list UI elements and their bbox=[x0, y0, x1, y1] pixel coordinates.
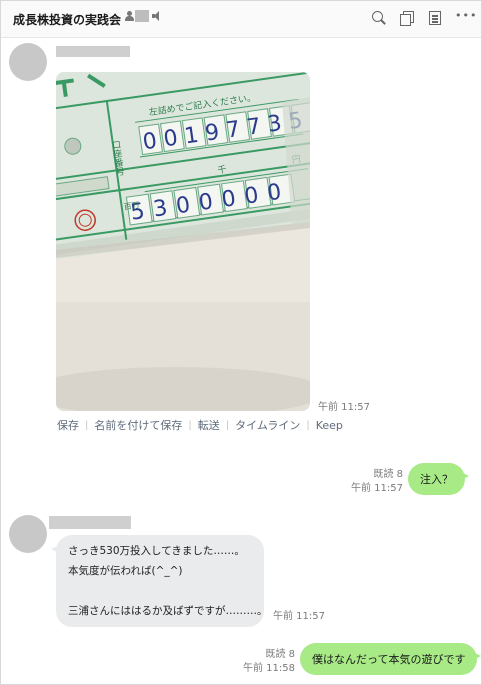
shared-photo[interactable]: 00197735 5300000 左詰めでご記入ください。 口座番号 千 円 百… bbox=[56, 72, 310, 411]
read-receipt: 既読 8 bbox=[265, 649, 295, 660]
chat-header: 成長株投資の実践会 bbox=[1, 1, 481, 38]
save-as-link[interactable]: 名前を付けて保存 bbox=[94, 417, 182, 433]
forward-link[interactable]: 転送 bbox=[198, 417, 220, 433]
incoming-message-bubble[interactable]: さっき530万投入してきました……。 本気度が伝われば(^_^) 三浦さんにはは… bbox=[51, 535, 268, 627]
header-toolbar bbox=[371, 9, 477, 26]
more-icon[interactable] bbox=[455, 9, 477, 26]
deposit-slip-image: 00197735 5300000 左詰めでご記入ください。 口座番号 千 円 百… bbox=[56, 72, 310, 411]
slip-unit-sen: 千 bbox=[217, 164, 227, 176]
sender-name-redacted bbox=[56, 46, 130, 57]
member-count-redacted bbox=[135, 10, 149, 22]
separator: | bbox=[85, 419, 89, 431]
notes-icon[interactable] bbox=[427, 10, 443, 26]
person-icon bbox=[125, 10, 134, 22]
sender-name-redacted bbox=[49, 516, 131, 529]
separator: | bbox=[306, 419, 310, 431]
message-time: 午前 11:57 bbox=[351, 483, 403, 494]
separator: | bbox=[225, 419, 230, 431]
my-message-bubble[interactable]: 注入？ bbox=[408, 463, 469, 495]
search-icon[interactable] bbox=[371, 10, 387, 26]
keep-link[interactable]: Keep bbox=[316, 419, 343, 432]
timeline-link[interactable]: タイムライン bbox=[235, 417, 300, 433]
message-line: 三浦さんにははるか及ばずですが………。 bbox=[68, 605, 268, 617]
copy-icon[interactable] bbox=[399, 10, 415, 26]
message-line: 本気度が伝われば(^_^) bbox=[68, 565, 183, 577]
volume-icon[interactable] bbox=[151, 10, 161, 22]
message-line: さっき530万投入してきました……。 bbox=[68, 545, 245, 557]
message-time: 午前 11:58 bbox=[243, 663, 295, 674]
chat-title: 成長株投資の実践会 bbox=[13, 13, 122, 27]
message-line bbox=[68, 581, 252, 601]
save-link[interactable]: 保存 bbox=[57, 417, 79, 433]
member-info[interactable] bbox=[125, 10, 161, 22]
read-receipt: 既読 8 bbox=[373, 469, 403, 480]
message-time: 午前 11:57 bbox=[273, 611, 325, 622]
separator: | bbox=[188, 419, 192, 431]
chat-window: 成長株投資の実践会 ••• 00197735 5300000 左詰めでご記入くだ… bbox=[0, 0, 482, 685]
photo-actions: 保存 | 名前を付けて保存 | 転送 | タイムライン | Keep bbox=[57, 417, 343, 433]
message-time: 午前 11:57 bbox=[318, 402, 370, 413]
my-message-bubble[interactable]: 僕はなんだって本気の遊びです bbox=[300, 643, 481, 675]
avatar[interactable] bbox=[9, 43, 47, 81]
avatar[interactable] bbox=[9, 515, 47, 553]
